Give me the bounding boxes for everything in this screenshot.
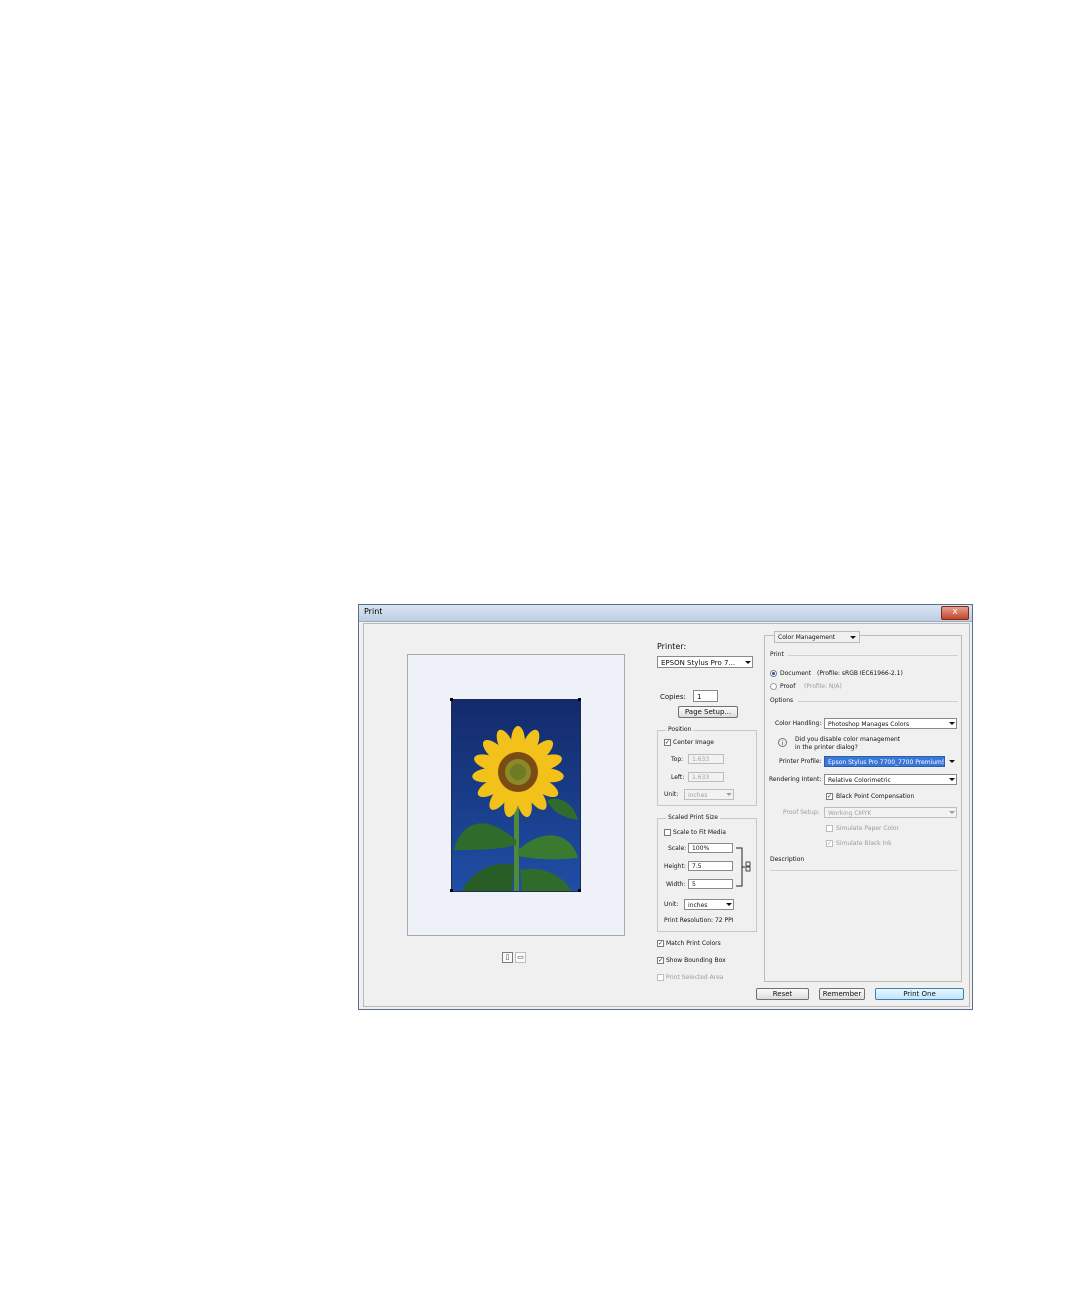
bounding-handle[interactable] bbox=[450, 698, 453, 701]
info-line-2: in the printer dialog? bbox=[795, 744, 858, 751]
printer-profile-select[interactable]: Epson Stylus Pro 7700_7700 PremiumS... bbox=[824, 756, 945, 767]
info-icon: i bbox=[778, 738, 787, 747]
center-image-checkbox[interactable]: ✓ bbox=[664, 739, 671, 746]
simulate-paper-checkbox[interactable] bbox=[826, 825, 833, 832]
info-line-1: Did you disable color management bbox=[795, 736, 901, 743]
print-resolution-text: Print Resolution: 72 PPI bbox=[664, 917, 734, 924]
chevron-down-icon bbox=[850, 636, 856, 639]
simulate-black-checkbox[interactable]: ✓ bbox=[826, 840, 833, 847]
dialog-body: ▯ ▭ Printer: EPSON Stylus Pro 7... Copie… bbox=[363, 623, 970, 1007]
window-title: Print bbox=[364, 607, 383, 616]
black-point-label: Black Point Compensation bbox=[836, 793, 915, 800]
bounding-handle[interactable] bbox=[450, 889, 453, 892]
rendering-intent-select[interactable]: Relative Colorimetric bbox=[824, 774, 957, 785]
scale-to-fit-label: Scale to Fit Media bbox=[673, 829, 726, 836]
width-input[interactable]: 5 bbox=[688, 879, 733, 889]
color-handling-label: Color Handling: bbox=[775, 720, 822, 727]
scaled-unit-label: Unit: bbox=[664, 901, 679, 908]
chevron-down-icon bbox=[726, 903, 732, 906]
print-selected-area-label: Print Selected Area bbox=[666, 974, 724, 981]
preview-image[interactable] bbox=[451, 699, 581, 892]
document-radio[interactable] bbox=[770, 670, 777, 677]
proof-radio[interactable] bbox=[770, 683, 777, 690]
left-label: Left: bbox=[671, 774, 685, 781]
center-image-label: Center Image bbox=[673, 739, 714, 746]
proof-setup-select[interactable]: Working CMYK bbox=[824, 807, 957, 818]
copies-label: Copies: bbox=[660, 693, 686, 701]
description-heading: Description bbox=[770, 856, 805, 863]
remember-button[interactable]: Remember bbox=[819, 988, 865, 1000]
top-label: Top: bbox=[671, 756, 684, 763]
chevron-down-icon bbox=[949, 760, 955, 763]
reset-button[interactable]: Reset bbox=[756, 988, 809, 1000]
top-input[interactable]: 1.633 bbox=[688, 754, 724, 764]
chevron-down-icon bbox=[745, 661, 751, 664]
printer-label: Printer: bbox=[657, 642, 687, 651]
print-selected-area-checkbox[interactable] bbox=[657, 974, 664, 981]
print-one-button[interactable]: Print One bbox=[875, 988, 964, 1000]
color-handling-select[interactable]: Photoshop Manages Colors bbox=[824, 718, 957, 729]
title-bar[interactable]: Print x bbox=[359, 605, 972, 622]
black-point-checkbox[interactable]: ✓ bbox=[826, 793, 833, 800]
bounding-handle[interactable] bbox=[578, 889, 581, 892]
chevron-down-icon bbox=[949, 778, 955, 781]
bounding-handle[interactable] bbox=[578, 698, 581, 701]
match-print-colors-checkbox[interactable]: ✓ bbox=[657, 940, 664, 947]
match-print-colors-label: Match Print Colors bbox=[666, 940, 721, 947]
scaled-print-size-legend: Scaled Print Size bbox=[666, 814, 720, 821]
copies-input[interactable]: 1 bbox=[693, 690, 718, 702]
scale-label: Scale: bbox=[668, 845, 687, 852]
page-setup-button[interactable]: Page Setup... bbox=[678, 706, 738, 718]
rendering-intent-label: Rendering Intent: bbox=[769, 776, 822, 783]
document-profile: (Profile: sRGB IEC61966-2.1) bbox=[817, 670, 903, 677]
position-unit-label: Unit: bbox=[664, 791, 679, 798]
print-heading: Print bbox=[770, 651, 784, 658]
divider bbox=[770, 870, 958, 871]
simulate-black-label: Simulate Black Ink bbox=[836, 840, 892, 847]
print-dialog: Print x ▯ ▭ Printer: EPSON Stylus Pro 7.… bbox=[358, 604, 973, 1010]
left-input[interactable]: 1.633 bbox=[688, 772, 724, 782]
divider bbox=[788, 655, 958, 656]
printer-select[interactable]: EPSON Stylus Pro 7... bbox=[657, 656, 753, 668]
simulate-paper-label: Simulate Paper Color bbox=[836, 825, 899, 832]
chevron-down-icon bbox=[726, 793, 732, 796]
height-input[interactable]: 7.5 bbox=[688, 861, 733, 871]
link-proportions-icon[interactable] bbox=[735, 846, 753, 888]
options-heading: Options bbox=[770, 697, 794, 704]
chevron-down-icon bbox=[949, 811, 955, 814]
proof-profile: (Profile: N/A) bbox=[804, 683, 842, 690]
chevron-down-icon bbox=[949, 722, 955, 725]
position-legend: Position bbox=[666, 726, 694, 733]
divider bbox=[798, 701, 958, 702]
scale-input[interactable]: 100% bbox=[688, 843, 733, 853]
print-preview bbox=[407, 654, 625, 936]
portrait-icon[interactable]: ▯ bbox=[502, 952, 513, 963]
proof-label: Proof bbox=[780, 683, 796, 690]
close-button[interactable]: x bbox=[941, 606, 969, 620]
color-management-select[interactable]: Color Management bbox=[774, 631, 860, 643]
sunflower-image bbox=[452, 700, 580, 891]
scale-to-fit-checkbox[interactable] bbox=[664, 829, 671, 836]
show-bounding-box-checkbox[interactable]: ✓ bbox=[657, 957, 664, 964]
width-label: Width: bbox=[666, 881, 686, 888]
show-bounding-box-label: Show Bounding Box bbox=[666, 957, 726, 964]
landscape-icon[interactable]: ▭ bbox=[515, 952, 526, 963]
printer-profile-label: Printer Profile: bbox=[779, 758, 822, 765]
height-label: Height: bbox=[664, 863, 686, 870]
document-label: Document bbox=[780, 670, 812, 677]
proof-setup-label: Proof Setup: bbox=[783, 809, 820, 816]
